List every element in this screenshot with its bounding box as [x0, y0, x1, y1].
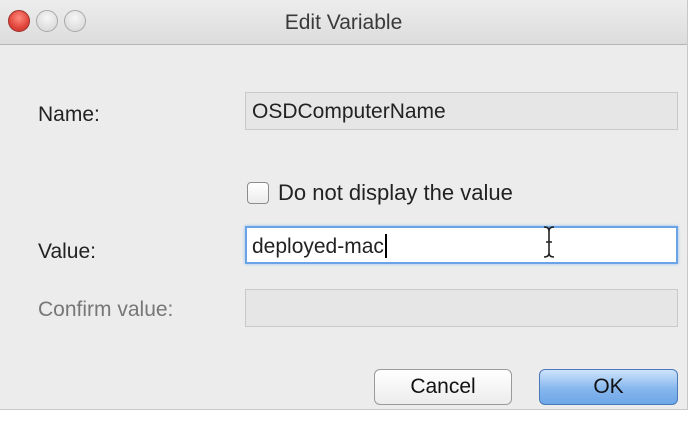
hide-value-checkbox[interactable]	[247, 182, 269, 204]
name-label: Name:	[38, 103, 100, 126]
confirm-value-input	[245, 289, 678, 327]
name-field-value: OSDComputerName	[252, 100, 446, 123]
window-title: Edit Variable	[284, 11, 403, 34]
hide-value-option[interactable]: Do not display the value	[247, 178, 513, 208]
text-cursor-icon	[543, 226, 555, 258]
edit-variable-dialog: Edit Variable Name: OSDComputerName Do n…	[0, 0, 688, 410]
ok-button[interactable]: OK	[539, 369, 678, 405]
name-field: OSDComputerName	[245, 92, 678, 130]
hide-value-checkbox-label[interactable]: Do not display the value	[278, 180, 513, 206]
confirm-value-label: Confirm value:	[38, 298, 174, 321]
text-caret	[384, 234, 387, 258]
cancel-button[interactable]: Cancel	[374, 369, 512, 405]
value-label: Value:	[38, 240, 96, 263]
value-input-text: deployed-mac	[252, 235, 384, 258]
value-input[interactable]: deployed-mac	[245, 226, 678, 264]
title-bar[interactable]: Edit Variable	[0, 0, 687, 45]
